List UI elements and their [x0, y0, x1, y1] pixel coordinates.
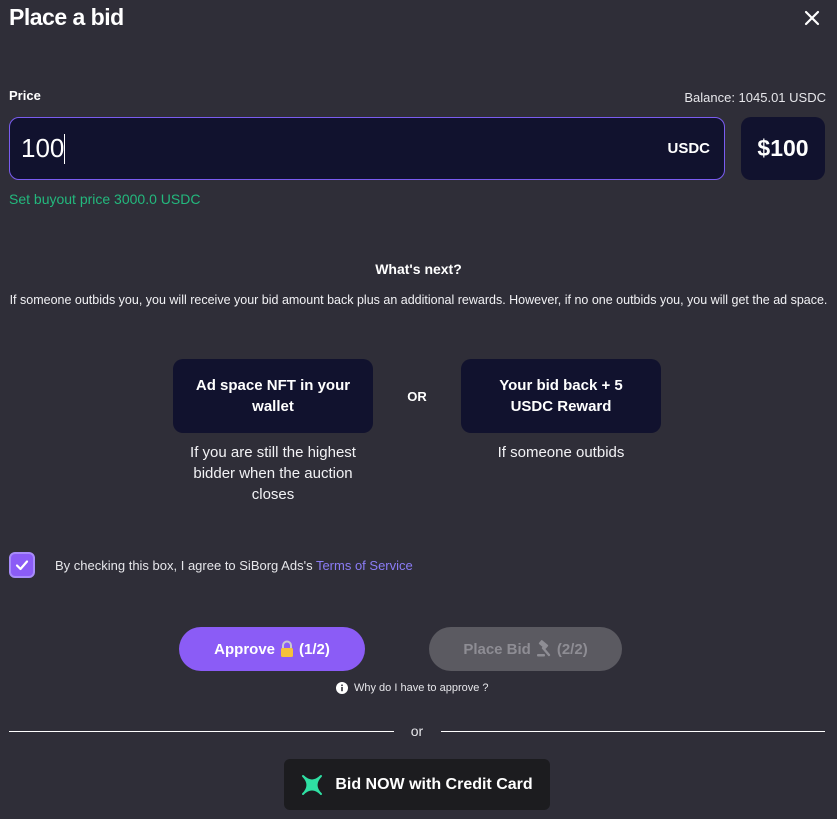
or-divider-label: or: [410, 723, 424, 739]
usd-value-display: $100: [741, 117, 825, 180]
or-label: OR: [407, 389, 427, 404]
terms-text: By checking this box, I agree to SiBorg …: [55, 558, 316, 573]
currency-label: USDC: [667, 140, 710, 157]
terms-of-service-link[interactable]: Terms of Service: [316, 558, 413, 573]
divider-left: [9, 731, 394, 732]
ad-space-nft-card-label: Ad space NFT in your wallet: [195, 377, 351, 415]
balance-text: Balance: 1045.01 USDC: [684, 90, 826, 105]
approve-button[interactable]: Approve (1/2): [179, 627, 365, 671]
lock-icon: [281, 640, 293, 657]
credit-card-bid-label: Bid NOW with Credit Card: [335, 775, 533, 793]
crossmint-x-icon: [302, 774, 323, 795]
bid-back-reward-caption: If someone outbids: [497, 444, 625, 461]
buyout-link[interactable]: Set buyout price 3000.0 USDC: [9, 191, 200, 207]
why-approve-label: Why do I have to approve ?: [354, 682, 489, 694]
close-button[interactable]: [800, 6, 824, 30]
place-bid-label: Place Bid: [463, 640, 531, 658]
place-bid-step: (2/2): [556, 640, 588, 658]
price-input[interactable]: [21, 118, 581, 179]
bid-back-reward-card-label: Your bid back + 5 USDC Reward: [499, 377, 623, 415]
why-approve-link[interactable]: Why do I have to approve ?: [336, 682, 489, 694]
close-icon: [804, 10, 820, 26]
info-icon: [336, 682, 348, 694]
place-bid-button[interactable]: Place Bid (2/2): [429, 627, 622, 671]
divider-right: [441, 731, 825, 732]
terms-agreement: By checking this box, I agree to SiBorg …: [55, 558, 413, 573]
ad-space-nft-caption: If you are still the highest bidder when…: [190, 444, 356, 503]
whats-next-heading: What's next?: [375, 261, 462, 277]
terms-checkbox[interactable]: [9, 552, 35, 578]
ad-space-nft-card: Ad space NFT in your wallet: [173, 359, 373, 433]
credit-card-bid-button[interactable]: Bid NOW with Credit Card: [284, 759, 550, 810]
checkmark-icon: [15, 560, 29, 571]
text-caret: [64, 134, 65, 164]
approve-label: Approve: [214, 640, 275, 658]
hammer-icon: [536, 640, 551, 657]
price-field[interactable]: USDC: [9, 117, 725, 180]
price-label: Price: [9, 88, 41, 103]
approve-step: (1/2): [299, 640, 330, 658]
bid-back-reward-card: Your bid back + 5 USDC Reward: [461, 359, 661, 433]
whats-next-description: If someone outbids you, you will receive…: [9, 293, 828, 307]
dialog-title: Place a bid: [9, 4, 124, 30]
